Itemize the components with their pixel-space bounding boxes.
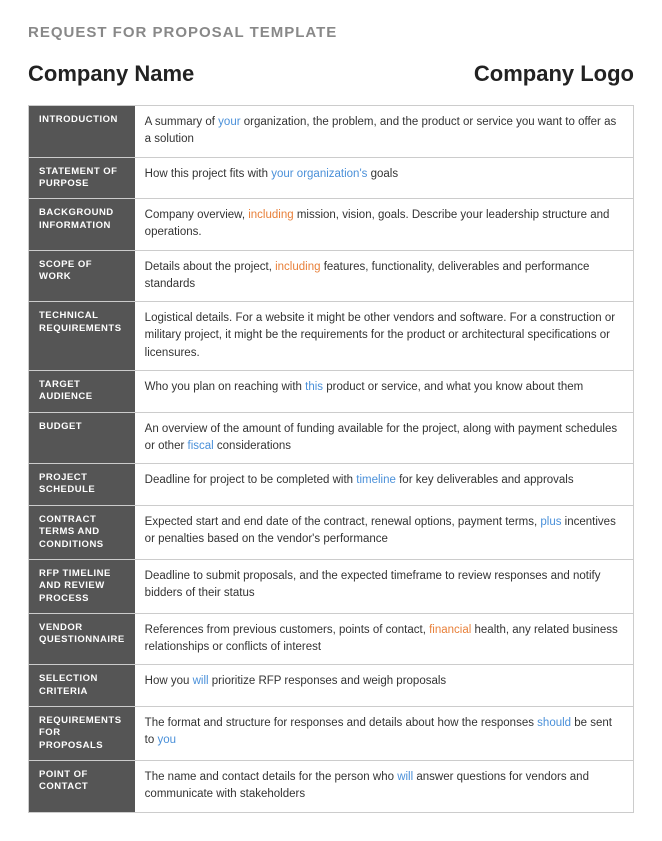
table-row: STATEMENT OF PURPOSEHow this project fit… [29, 157, 634, 199]
row-label: INTRODUCTION [29, 106, 135, 158]
company-logo: Company Logo [474, 61, 634, 87]
table-row: PROJECT SCHEDULEDeadline for project to … [29, 464, 634, 506]
row-content: Logistical details. For a website it mig… [135, 302, 634, 371]
table-row: TECHNICAL REQUIREMENTSLogistical details… [29, 302, 634, 371]
doc-title: REQUEST FOR PROPOSAL TEMPLATE [28, 24, 634, 41]
table-row: BUDGETAn overview of the amount of fundi… [29, 412, 634, 464]
row-label: REQUIREMENTS FOR PROPOSALS [29, 707, 135, 761]
row-content: How you will prioritize RFP responses an… [135, 665, 634, 707]
row-content: Deadline for project to be completed wit… [135, 464, 634, 506]
row-content: Company overview, including mission, vis… [135, 199, 634, 251]
row-label: CONTRACT TERMS AND CONDITIONS [29, 505, 135, 559]
row-label: BACKGROUND INFORMATION [29, 199, 135, 251]
row-content: A summary of your organization, the prob… [135, 106, 634, 158]
table-row: INTRODUCTIONA summary of your organizati… [29, 106, 634, 158]
table-row: BACKGROUND INFORMATIONCompany overview, … [29, 199, 634, 251]
row-label: VENDOR QUESTIONNAIRE [29, 613, 135, 665]
row-label: STATEMENT OF PURPOSE [29, 157, 135, 199]
row-label: BUDGET [29, 412, 135, 464]
table-row: VENDOR QUESTIONNAIREReferences from prev… [29, 613, 634, 665]
table-row: TARGET AUDIENCEWho you plan on reaching … [29, 370, 634, 412]
row-label: SCOPE OF WORK [29, 250, 135, 302]
row-content: How this project fits with your organiza… [135, 157, 634, 199]
table-row: RFP TIMELINE AND REVIEW PROCESSDeadline … [29, 559, 634, 613]
row-content: The format and structure for responses a… [135, 707, 634, 761]
row-content: Expected start and end date of the contr… [135, 505, 634, 559]
row-label: TARGET AUDIENCE [29, 370, 135, 412]
table-row: POINT OF CONTACTThe name and contact det… [29, 761, 634, 813]
rfp-table: INTRODUCTIONA summary of your organizati… [28, 105, 634, 813]
row-content: An overview of the amount of funding ava… [135, 412, 634, 464]
table-row: CONTRACT TERMS AND CONDITIONSExpected st… [29, 505, 634, 559]
row-label: RFP TIMELINE AND REVIEW PROCESS [29, 559, 135, 613]
row-label: SELECTION CRITERIA [29, 665, 135, 707]
row-label: POINT OF CONTACT [29, 761, 135, 813]
row-content: Deadline to submit proposals, and the ex… [135, 559, 634, 613]
row-content: References from previous customers, poin… [135, 613, 634, 665]
table-row: SELECTION CRITERIAHow you will prioritiz… [29, 665, 634, 707]
table-row: SCOPE OF WORKDetails about the project, … [29, 250, 634, 302]
company-name: Company Name [28, 61, 194, 87]
row-label: TECHNICAL REQUIREMENTS [29, 302, 135, 371]
table-row: REQUIREMENTS FOR PROPOSALSThe format and… [29, 707, 634, 761]
row-content: Details about the project, including fea… [135, 250, 634, 302]
row-label: PROJECT SCHEDULE [29, 464, 135, 506]
row-content: Who you plan on reaching with this produ… [135, 370, 634, 412]
row-content: The name and contact details for the per… [135, 761, 634, 813]
